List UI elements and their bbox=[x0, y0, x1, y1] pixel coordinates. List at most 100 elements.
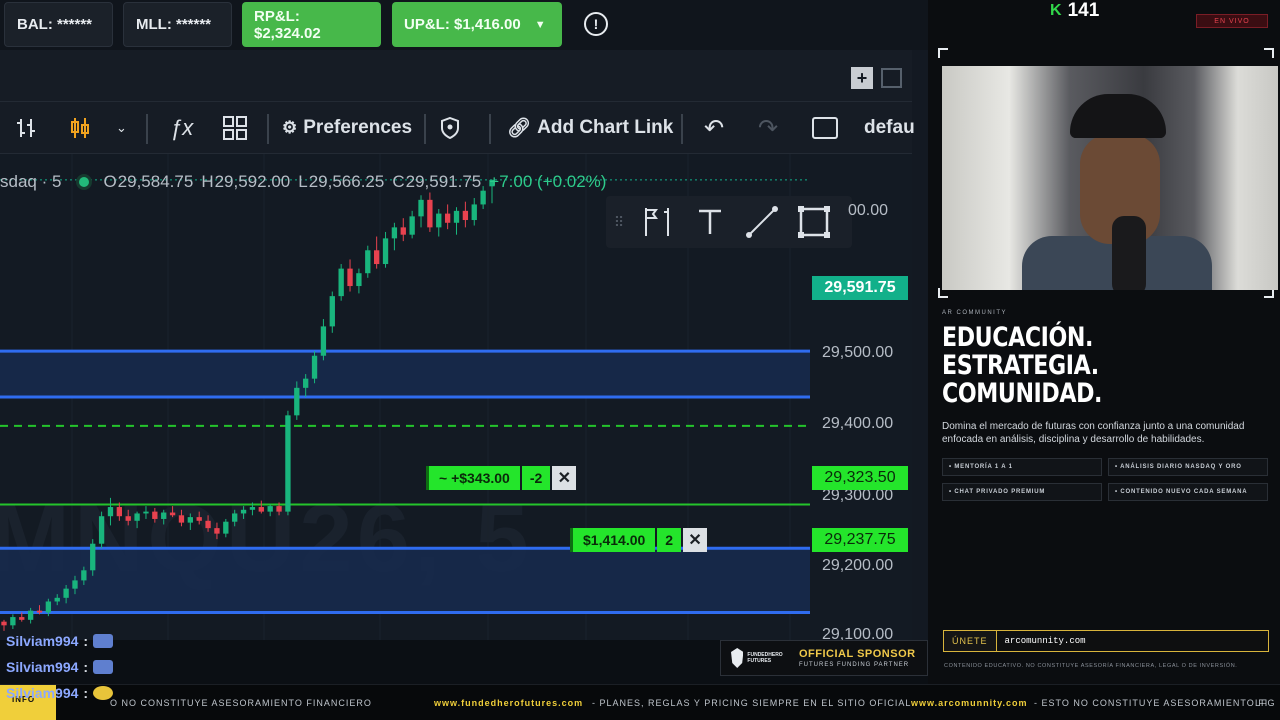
candle-body bbox=[214, 528, 220, 534]
preferences-button[interactable]: ⚙ Preferences bbox=[282, 102, 412, 154]
join-label: ÚNETE bbox=[944, 631, 997, 651]
fullscreen-icon[interactable] bbox=[811, 102, 839, 154]
webcam-feed bbox=[942, 66, 1278, 290]
candle-body bbox=[303, 378, 309, 388]
candle-body bbox=[400, 227, 406, 235]
add-chart-link-button[interactable]: 🔗︎ Add Chart Link bbox=[507, 102, 673, 154]
candles-icon[interactable] bbox=[68, 102, 92, 154]
chat-separator: : bbox=[83, 659, 89, 675]
chat-username: Silviam994 bbox=[6, 659, 79, 675]
chat-separator: : bbox=[83, 633, 89, 649]
candle-body bbox=[276, 506, 282, 512]
axis-tick-label: 29,500.00 bbox=[822, 344, 894, 361]
text-tool-icon[interactable] bbox=[684, 196, 736, 248]
candle-body bbox=[347, 268, 353, 287]
candle-body bbox=[98, 516, 105, 544]
ticker-message: O NO CONSTITUYE ASESORAMIENTO FINANCIERO bbox=[110, 698, 372, 708]
mll-text: MLL: ****** bbox=[136, 16, 212, 33]
candle-body bbox=[161, 512, 167, 519]
microphone bbox=[1112, 216, 1146, 290]
candle-body bbox=[107, 507, 114, 517]
candle-body bbox=[427, 199, 433, 228]
candle-body bbox=[63, 588, 69, 598]
candle-body bbox=[444, 213, 451, 223]
toolbar-divider bbox=[146, 114, 148, 144]
line-tool-icon[interactable] bbox=[736, 196, 788, 248]
balance-pill[interactable]: BAL: ****** bbox=[4, 2, 113, 47]
price-chart[interactable]: MNQU26, 5 sdaq · 5 O 29,584.75 H 29,592.00… bbox=[0, 154, 912, 640]
candle-body bbox=[462, 210, 469, 221]
close-position-close-icon[interactable]: ✕ bbox=[683, 528, 708, 552]
candle-body bbox=[90, 543, 96, 571]
mll-pill[interactable]: MLL: ****** bbox=[123, 2, 232, 47]
feature-list: • MENTORÍA 1 A 1 • ANÁLISIS DIARIO NASDA… bbox=[942, 458, 1272, 501]
open-value: 29,584.75 bbox=[117, 172, 194, 191]
add-panel-button[interactable]: + bbox=[851, 67, 873, 89]
layout-name-button[interactable]: defau bbox=[864, 102, 915, 154]
candle-body bbox=[45, 601, 52, 613]
toolbar-divider bbox=[489, 114, 491, 144]
ticker-message: - PLANES, REGLAS Y PRICING SIEMPRE EN EL… bbox=[592, 698, 912, 708]
cancel-order-close-icon[interactable]: ✕ bbox=[552, 466, 577, 490]
emote-icon bbox=[93, 634, 114, 648]
order-pnl-amount: ~ +$343.00 bbox=[426, 466, 520, 490]
flag-marker-icon[interactable] bbox=[632, 196, 684, 248]
join-url[interactable]: arcomunnity.com bbox=[1005, 636, 1086, 646]
high-value: 29,592.00 bbox=[214, 172, 291, 191]
position-tag[interactable]: $1,414.00 2 ✕ bbox=[570, 528, 708, 552]
candle-body bbox=[178, 515, 185, 523]
undo-icon[interactable]: ↶ bbox=[704, 102, 724, 154]
working-order-tag[interactable]: ~ +$343.00 -2 ✕ bbox=[426, 466, 577, 490]
candle-body bbox=[294, 387, 300, 416]
candle-body bbox=[391, 227, 398, 239]
ticker-message: - ESTO NO CONSTITUYE ASESORAMIENTO FI bbox=[1034, 698, 1269, 708]
disclaimer: CONTENIDO EDUCATIVO. NO CONSTITUYE ASESO… bbox=[944, 663, 1238, 669]
order-price-label: 29,323.50 bbox=[812, 466, 908, 490]
chevron-down-icon: ▼ bbox=[534, 18, 546, 31]
indicators-icon[interactable]: ƒx bbox=[170, 102, 193, 154]
candle-body bbox=[258, 507, 264, 512]
candle-body bbox=[471, 204, 477, 221]
realized-pnl-text: RP&L: $2,324.02 bbox=[254, 7, 321, 42]
templates-grid-icon[interactable] bbox=[222, 102, 248, 154]
candle-body bbox=[409, 216, 415, 235]
gear-icon: ⚙ bbox=[282, 118, 298, 137]
last-price-label: 29,591.75 bbox=[812, 276, 908, 300]
feature-item: • ANÁLISIS DIARIO NASDAQ Y ORO bbox=[1108, 458, 1268, 476]
unrealized-pnl-text: UP&L: $1,416.00 bbox=[404, 16, 521, 33]
candle-body bbox=[134, 513, 140, 521]
candle-body bbox=[36, 610, 43, 613]
unrealized-pnl-dropdown[interactable]: UP&L: $1,416.00 ▼ bbox=[392, 2, 562, 47]
candle-body bbox=[267, 506, 273, 512]
alert-icon[interactable]: ! bbox=[584, 12, 608, 36]
panel-header: + bbox=[0, 50, 912, 102]
candle-body bbox=[223, 521, 229, 534]
candle-body bbox=[143, 511, 149, 514]
bar-type-icon[interactable] bbox=[14, 102, 38, 154]
candle-body bbox=[373, 250, 380, 265]
chart-type-chevron-icon[interactable]: ⌄ bbox=[116, 102, 127, 154]
shield-icon[interactable] bbox=[440, 102, 460, 154]
community-promo: AR COMMUNITY EDUCACIÓN. ESTRATEGIA. COMU… bbox=[942, 310, 1272, 501]
frame-corner bbox=[938, 48, 948, 58]
open-key: O bbox=[103, 172, 117, 191]
rectangle-tool-icon[interactable] bbox=[788, 196, 840, 248]
position-quantity: 2 bbox=[657, 528, 682, 552]
realized-pnl-pill[interactable]: RP&L: $2,324.02 bbox=[242, 2, 381, 47]
candle-body bbox=[27, 610, 34, 620]
toolbar-divider bbox=[267, 114, 269, 144]
promo-title: EDUCACIÓN. ESTRATEGIA. COMUNIDAD. bbox=[942, 322, 1103, 409]
ticker-url: www.arcomunnity.com bbox=[911, 698, 1028, 708]
candle-body bbox=[196, 517, 202, 521]
candle-body bbox=[338, 268, 344, 297]
candle-body bbox=[480, 190, 486, 205]
redo-icon[interactable]: ↷ bbox=[758, 102, 778, 154]
candle-body bbox=[382, 238, 389, 265]
link-icon: 🔗︎ bbox=[507, 118, 532, 139]
frame-corner bbox=[1264, 48, 1274, 58]
maximize-button[interactable] bbox=[881, 68, 902, 88]
axis-tick-label: 29,100.00 bbox=[822, 626, 894, 640]
join-banner[interactable]: ÚNETE arcomunnity.com bbox=[943, 630, 1269, 652]
drag-handle-icon[interactable]: ⠿ bbox=[606, 196, 632, 248]
sponsor-brand: FUNDEDHERO FUTURES bbox=[747, 652, 783, 664]
